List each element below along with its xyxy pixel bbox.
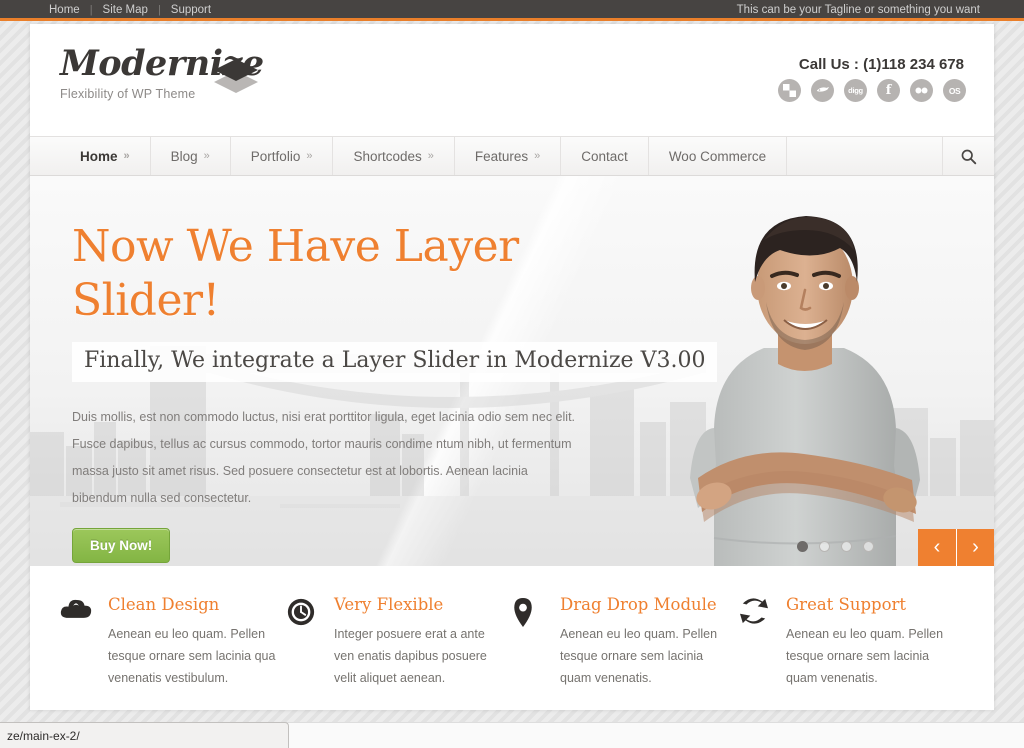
nav-item-blog[interactable]: Blog » (151, 137, 231, 175)
feature-very-flexible: Very Flexible Integer posuere erat a ant… (286, 594, 512, 689)
hero-content: Now We Have Layer Slider! Finally, We in… (72, 220, 718, 563)
feature-great-support: Great Support Aenean eu leo quam. Pellen… (738, 594, 964, 689)
nav-label: Features (474, 148, 529, 164)
status-url-text: ze/main-ex-2/ (7, 728, 80, 743)
slider-prev-button[interactable]: ‹ (918, 529, 956, 566)
nav-left-spacer (30, 137, 60, 175)
chevron-double-right-icon: » (306, 150, 313, 162)
nav-label: Portfolio (250, 148, 301, 164)
layers-diamond-icon (214, 59, 258, 93)
features-section: Clean Design Aenean eu leo quam. Pellen … (30, 566, 994, 709)
chevron-double-right-icon: » (534, 150, 541, 162)
nav-item-home[interactable]: Home » (60, 137, 151, 175)
site-container: Modernize Flexibility of WP Theme Call U… (30, 24, 994, 710)
browser-status-bar: ze/main-ex-2/ (0, 722, 289, 748)
lastfm-icon[interactable]: OS (943, 79, 966, 102)
top-utility-bar: Home | Site Map | Support This can be yo… (0, 0, 1024, 21)
call-us-text: Call Us : (1)118 234 678 (798, 56, 964, 73)
search-icon (961, 149, 977, 164)
clock-icon (286, 594, 320, 689)
nav-item-contact[interactable]: Contact (561, 137, 649, 175)
slider-dot-4[interactable] (863, 541, 874, 552)
feature-text: Aenean eu leo quam. Pellen tesque ornare… (108, 627, 276, 685)
nav-item-shortcodes[interactable]: Shortcodes » (333, 137, 455, 175)
slider-dot-2[interactable] (819, 541, 830, 552)
slider-arrows: ‹ › (918, 529, 994, 566)
site-tagline: This can be your Tagline or something yo… (736, 4, 980, 16)
hero-paragraph: Duis mollis, est non commodo luctus, nis… (72, 410, 576, 505)
chevron-double-right-icon: » (427, 150, 434, 162)
feature-title: Great Support (786, 595, 907, 614)
browser-viewport: Home | Site Map | Support This can be yo… (0, 0, 1024, 748)
sync-arrows-icon (738, 594, 772, 689)
search-button[interactable] (942, 137, 994, 175)
nav-label: Home (80, 148, 118, 164)
chevron-double-right-icon: » (203, 150, 210, 162)
nav-label: Blog (170, 148, 198, 164)
hero-subtitle-box: Finally, We integrate a Layer Slider in … (72, 342, 718, 382)
feature-title: Clean Design (108, 595, 220, 614)
feature-title: Very Flexible (334, 595, 444, 614)
topbar-link-sitemap[interactable]: Site Map (102, 0, 149, 21)
nav-label: Woo Commerce (668, 148, 767, 164)
top-utility-nav: Home | Site Map | Support (48, 0, 212, 21)
map-pin-icon (512, 594, 546, 689)
nav-label: Contact (581, 148, 628, 164)
nav-item-woocommerce[interactable]: Woo Commerce (649, 137, 788, 175)
hero-title: Now We Have Layer Slider! (72, 221, 519, 326)
feature-text: Aenean eu leo quam. Pellen tesque ornare… (560, 627, 718, 685)
topbar-separator: | (89, 4, 93, 16)
chevron-right-icon: › (972, 536, 979, 558)
cloud-icon (60, 594, 94, 689)
feature-drag-drop-module: Drag Drop Module Aenean eu leo quam. Pel… (512, 594, 738, 689)
topbar-link-home[interactable]: Home (48, 0, 81, 21)
nav-item-features[interactable]: Features » (455, 137, 562, 175)
delicious-icon[interactable] (778, 79, 801, 102)
feature-clean-design: Clean Design Aenean eu leo quam. Pellen … (60, 594, 286, 689)
main-navigation: Home » Blog » Portfolio » Shortcodes » F… (30, 136, 994, 176)
feature-text: Integer posuere erat a ante ven enatis d… (334, 627, 487, 685)
feature-text: Aenean eu leo quam. Pellen tesque ornare… (786, 627, 944, 685)
chevron-double-right-icon: » (123, 150, 130, 162)
topbar-separator: | (157, 4, 161, 16)
site-header: Modernize Flexibility of WP Theme Call U… (30, 24, 994, 136)
nav-label: Shortcodes (353, 148, 422, 164)
slider-dot-1[interactable] (797, 541, 808, 552)
slider-dot-3[interactable] (841, 541, 852, 552)
nav-item-portfolio[interactable]: Portfolio » (231, 137, 334, 175)
digg-icon[interactable]: digg (844, 79, 867, 102)
flickr-icon[interactable] (910, 79, 933, 102)
hero-subtitle: Finally, We integrate a Layer Slider in … (84, 348, 706, 373)
facebook-icon[interactable]: f (877, 79, 900, 102)
buy-now-button[interactable]: Buy Now! (72, 528, 171, 563)
feature-title: Drag Drop Module (560, 595, 717, 614)
topbar-link-support[interactable]: Support (170, 0, 212, 21)
slider-next-button[interactable]: › (956, 529, 994, 566)
hero-slider: Now We Have Layer Slider! Finally, We in… (30, 176, 994, 566)
deviantart-icon[interactable] (811, 79, 834, 102)
social-icons: digg f OS (778, 79, 966, 102)
slider-dots (797, 541, 874, 552)
chevron-left-icon: ‹ (933, 536, 941, 558)
